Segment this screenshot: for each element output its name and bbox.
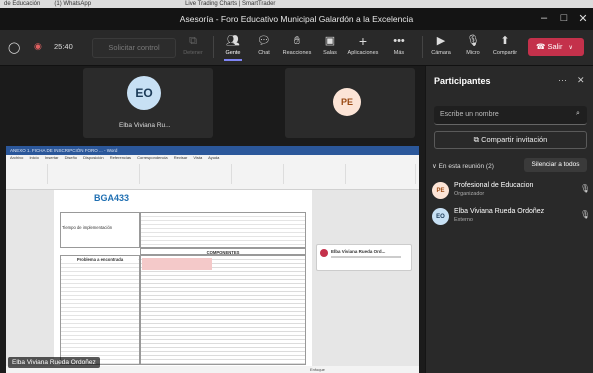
close-panel-icon[interactable]: ✕ xyxy=(577,75,585,86)
window-title: Asesoría - Foro Educativo Municipal Gala… xyxy=(179,14,414,24)
more-options-icon[interactable]: ··· xyxy=(558,75,567,85)
phone-hangup-icon: ☎︎ xyxy=(536,42,546,51)
comment-text xyxy=(331,256,401,258)
shared-screen[interactable]: ANEXO 1. FICHA DE INSCRIPCIÓN FORO ... -… xyxy=(6,146,419,373)
title-bar: Asesoría - Foro Educativo Municipal Gala… xyxy=(0,8,593,30)
browser-tab[interactable]: (1) WhatsApp xyxy=(54,1,91,7)
word-ribbon xyxy=(6,161,419,190)
shield-icon[interactable]: ◯ xyxy=(8,41,20,54)
share-button[interactable]: ⬆︎ Compartir xyxy=(488,34,522,56)
participant-name: Profesional de Educacion xyxy=(454,182,534,189)
avatar: PE xyxy=(333,88,361,116)
table-cell: Tiempo de implementación xyxy=(60,212,140,248)
minimize-icon[interactable]: – xyxy=(536,12,552,24)
table-cell: Problema a encontrada xyxy=(60,255,140,365)
table-cell xyxy=(140,212,306,248)
request-control-button[interactable]: Solicitar control xyxy=(92,38,176,58)
table-cell xyxy=(140,255,306,365)
ribbon-group xyxy=(142,164,232,184)
participant-row[interactable]: PE Profesional de Educacion Organizador … xyxy=(432,182,592,206)
mic-icon: 🎙︎ xyxy=(580,210,591,219)
recording-icon: ◉ xyxy=(34,41,42,51)
in-meeting-section[interactable]: ∨ En esta reunión (2) xyxy=(432,162,494,170)
stop-sharing-button[interactable]: ⧉ Detener xyxy=(176,34,210,56)
avatar: EO xyxy=(127,76,161,110)
ribbon-group xyxy=(234,164,284,184)
browser-tab-strip: de Educación (1) WhatsApp Live Trading C… xyxy=(0,0,593,8)
ribbon-group xyxy=(50,164,140,184)
word-title-bar: ANEXO 1. FICHA DE INSCRIPCIÓN FORO ... -… xyxy=(6,146,419,155)
breakout-rooms-icon: ▣ xyxy=(324,35,336,47)
participant-tile[interactable]: EO Elba Viviana Ru... xyxy=(83,68,213,138)
apps-button[interactable]: + Aplicaciones xyxy=(346,34,380,56)
document-logo: BGA433 xyxy=(94,193,130,203)
chat-button[interactable]: 💬︎ Chat xyxy=(247,34,281,56)
camera-button[interactable]: ▶︎ Cámara xyxy=(424,34,458,56)
chevron-down-icon: ∨ xyxy=(432,163,437,170)
participant-name: Elba Viviana Ru... xyxy=(119,122,171,129)
ribbon-group xyxy=(286,164,346,184)
share-screen-icon: ⧉ xyxy=(189,35,197,47)
participant-search-input[interactable]: Escribe un nombre ⌕ xyxy=(434,106,587,125)
mute-all-button[interactable]: Silenciar a todos xyxy=(524,158,587,172)
participant-name: Elba Viviana Rueda Ordoñez xyxy=(454,208,545,215)
meeting-stage: EO Elba Viviana Ru... PE ANEXO 1. FICHA … xyxy=(0,66,425,373)
chat-icon: 💬︎ xyxy=(257,35,271,47)
people-icon: 👥︎ xyxy=(226,35,240,47)
ribbon-group xyxy=(348,164,416,184)
browser-tab[interactable]: Live Trading Charts | SmartTrader xyxy=(185,1,275,7)
avatar: EO xyxy=(432,208,449,225)
maximize-icon[interactable]: □ xyxy=(556,12,572,24)
document-area: BGA433 Tiempo de implementación COMPONEN… xyxy=(6,190,419,373)
share-icon: ⧉ xyxy=(473,135,479,144)
more-dots-icon: ••• xyxy=(393,35,405,47)
share-tray-icon: ⬆︎ xyxy=(500,35,510,47)
mic-off-icon: 🎙︎ xyxy=(580,184,591,193)
close-icon[interactable]: ✕ xyxy=(575,12,591,25)
meeting-timer: 25:40 xyxy=(54,42,73,51)
highlighted-text xyxy=(142,258,212,270)
teams-window: de Educación (1) WhatsApp Live Trading C… xyxy=(0,0,593,373)
participant-role: Externo xyxy=(454,217,473,223)
ribbon-group xyxy=(8,164,48,184)
panel-title: Participantes xyxy=(434,76,491,86)
chevron-down-icon[interactable]: ∨ xyxy=(569,45,573,51)
toolbar-divider xyxy=(213,36,214,58)
mic-off-icon: 🎙︎ xyxy=(466,35,480,47)
people-button[interactable]: 👥︎ Gente xyxy=(216,34,250,61)
toolbar-divider xyxy=(422,36,423,58)
meeting-toolbar: ◯ ◉ 25:40 Solicitar control ⧉ Detener 👥︎… xyxy=(0,30,593,66)
participant-row[interactable]: EO Elba Viviana Rueda Ordoñez Externo 🎙︎ xyxy=(432,208,592,232)
reaction-hand-icon: ✋︎ xyxy=(293,35,301,47)
participants-panel: Participantes ··· ✕ Escribe un nombre ⌕ … xyxy=(425,66,593,373)
reactions-button[interactable]: ✋︎ Reacciones xyxy=(280,34,314,56)
participant-tile[interactable]: PE xyxy=(285,68,415,138)
plus-icon: + xyxy=(358,33,368,49)
document-comment[interactable]: Elba Viviana Rueda Ord... xyxy=(316,244,412,271)
table-header: COMPONENTES xyxy=(140,248,306,255)
presenter-label: Elba Viviana Rueda Ordoñez xyxy=(8,357,100,368)
search-icon: ⌕ xyxy=(576,110,580,117)
comment-avatar xyxy=(320,249,328,257)
more-button[interactable]: ••• Más xyxy=(382,34,416,56)
share-invite-button[interactable]: ⧉ Compartir invitación xyxy=(434,131,587,149)
leave-button[interactable]: ☎︎ Salir ∨ xyxy=(528,38,584,56)
camera-off-icon: ▶︎ xyxy=(436,35,446,47)
avatar: PE xyxy=(432,182,449,199)
document-page: BGA433 Tiempo de implementación COMPONEN… xyxy=(54,190,312,373)
rooms-button[interactable]: ▣ Salas xyxy=(313,34,347,56)
microphone-button[interactable]: 🎙︎ Micro xyxy=(456,34,490,56)
browser-tab[interactable]: de Educación xyxy=(4,1,40,7)
participant-role: Organizador xyxy=(454,191,485,197)
